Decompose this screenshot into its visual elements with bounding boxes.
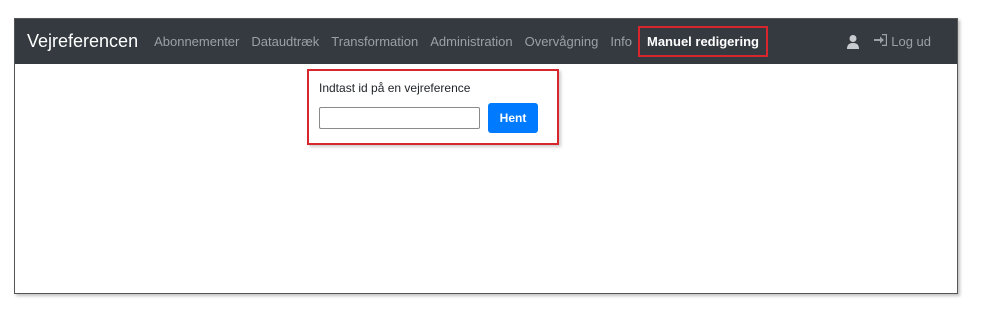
id-input-label: Indtast id på en vejreference: [319, 81, 471, 95]
user-icon[interactable]: [846, 34, 860, 50]
nav-item-overvaagning[interactable]: Overvågning: [519, 34, 605, 49]
hent-button[interactable]: Hent: [488, 103, 538, 133]
nav-item-transformation[interactable]: Transformation: [325, 34, 424, 49]
logout-label: Log ud: [891, 34, 931, 49]
vejreference-id-input[interactable]: [319, 107, 480, 129]
nav-item-dataudtraek[interactable]: Dataudtræk: [245, 34, 325, 49]
nav-item-administration[interactable]: Administration: [424, 34, 518, 49]
nav-item-info[interactable]: Info: [604, 34, 638, 49]
nav-right: Log ud: [846, 33, 931, 50]
brand-logo[interactable]: Vejreferencen: [27, 31, 138, 52]
nav-item-abonnementer[interactable]: Abonnementer: [148, 34, 245, 49]
lookup-form: Indtast id på en vejreference Hent: [307, 69, 559, 145]
form-row: Hent: [319, 103, 547, 133]
app-window: Vejreferencen Abonnementer Dataudtræk Tr…: [14, 18, 958, 294]
sign-in-arrow-icon: [874, 33, 888, 49]
nav-links: Abonnementer Dataudtræk Transformation A…: [148, 26, 768, 57]
top-navbar: Vejreferencen Abonnementer Dataudtræk Tr…: [15, 19, 957, 64]
logout-link[interactable]: Log ud: [874, 33, 931, 49]
nav-item-manuel-redigering[interactable]: Manuel redigering: [638, 26, 768, 57]
